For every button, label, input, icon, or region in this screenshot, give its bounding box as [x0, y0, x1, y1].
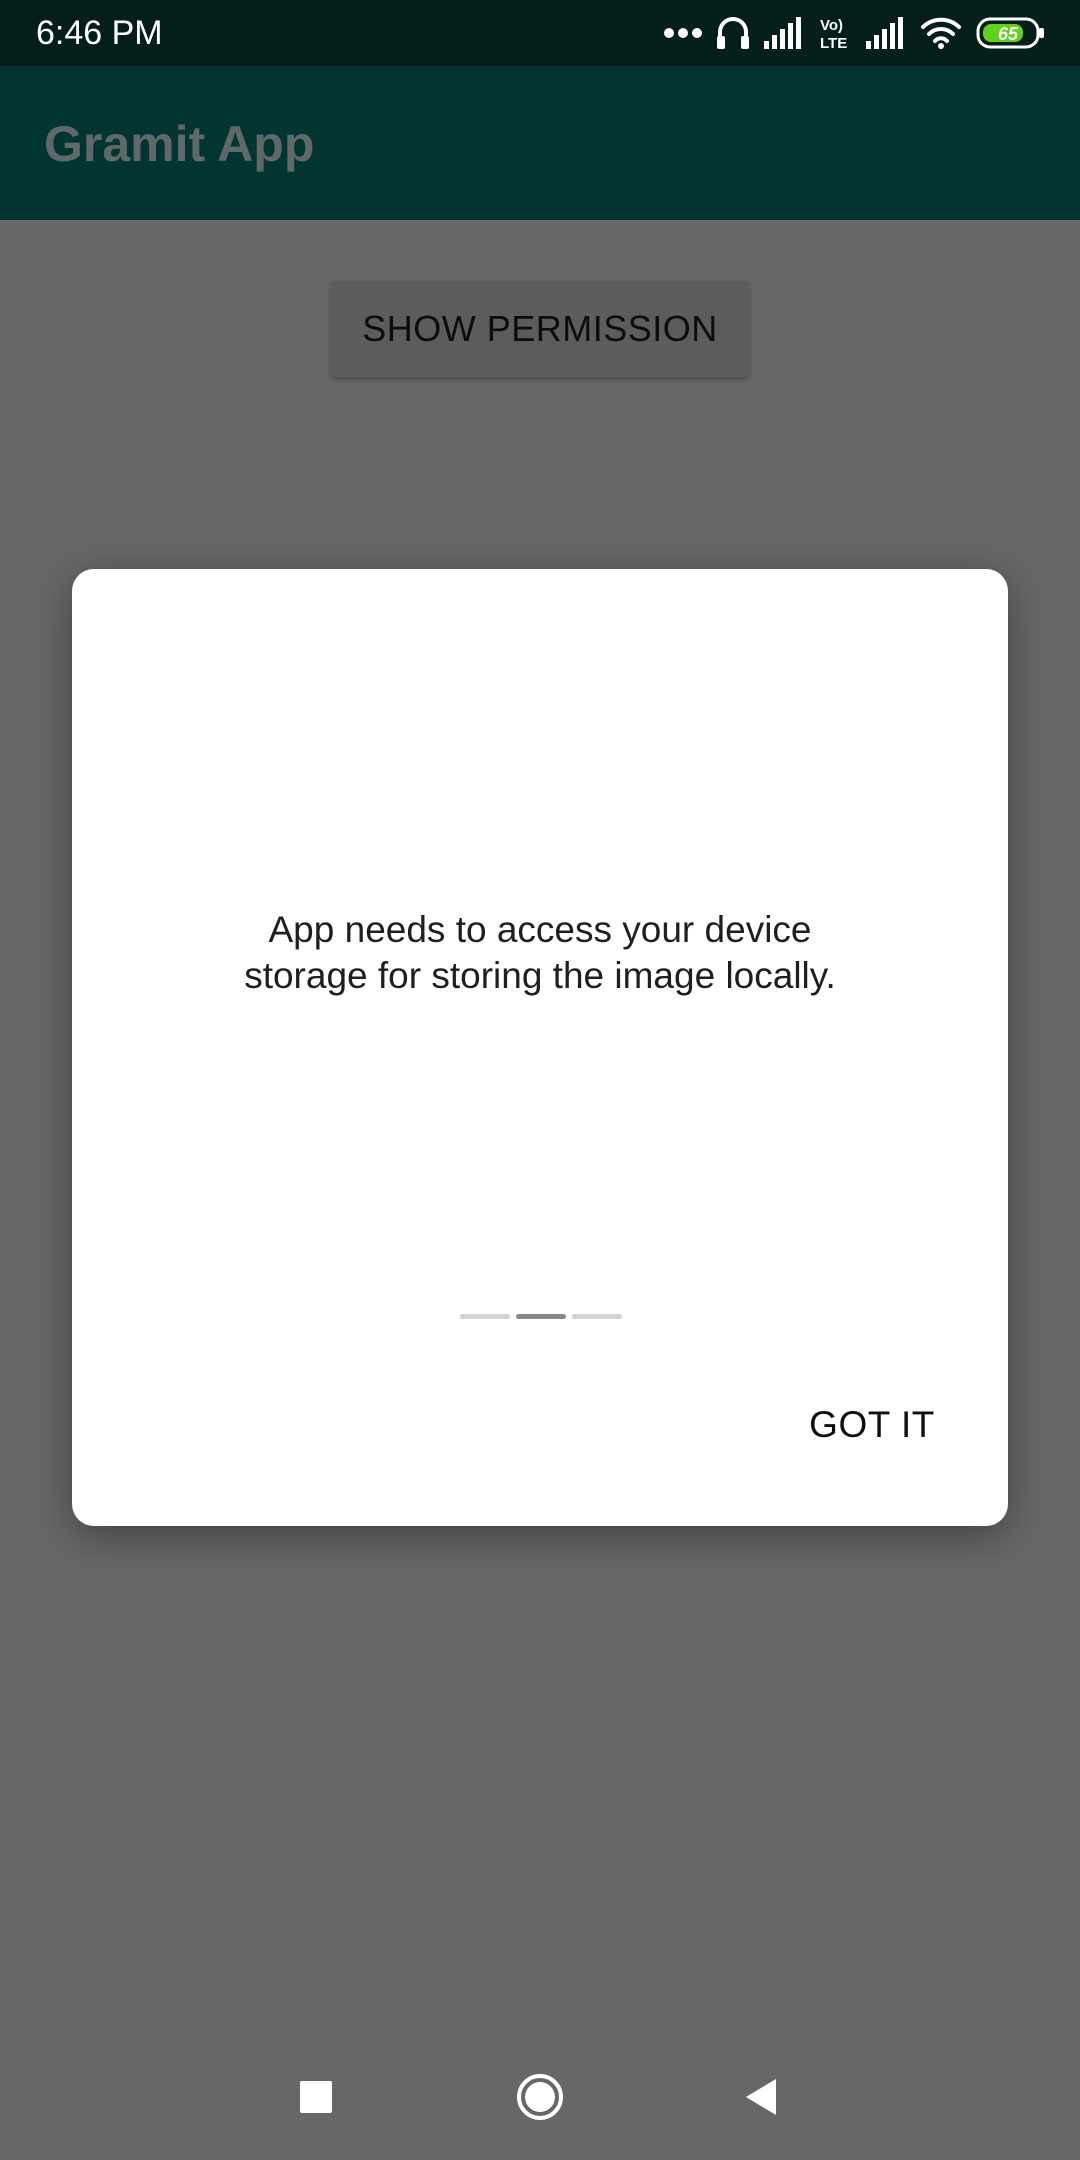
back-icon[interactable]	[735, 2070, 789, 2124]
app-title: Gramit App	[44, 116, 315, 172]
status-bar: 6:46 PM Vo) LTE 65	[0, 0, 1080, 66]
show-permission-button[interactable]: SHOW PERMISSION	[331, 281, 749, 377]
battery-level: 65	[998, 24, 1019, 44]
battery-icon: 65	[976, 17, 1044, 49]
status-icons: Vo) LTE 65	[664, 10, 1046, 56]
page-indicator	[460, 1314, 622, 1319]
navigation-bar	[0, 2030, 1080, 2160]
app-bar: Gramit App	[0, 66, 1080, 220]
page-indicator-dot	[572, 1314, 622, 1319]
got-it-button[interactable]: GOT IT	[772, 1389, 972, 1461]
svg-text:Vo): Vo)	[820, 17, 843, 34]
status-time: 6:46 PM	[36, 14, 163, 52]
dialog-message: App needs to access your device storage …	[244, 909, 836, 996]
svg-text:LTE: LTE	[820, 35, 847, 51]
recents-icon[interactable]	[289, 2070, 343, 2124]
more-dots-icon	[664, 28, 702, 38]
page-indicator-dot-active	[516, 1314, 566, 1319]
home-icon[interactable]	[513, 2070, 567, 2124]
volte-icon: Vo) LTE	[820, 17, 847, 51]
wifi-icon	[921, 17, 961, 49]
headset-icon	[717, 17, 749, 49]
permission-dialog: App needs to access your device storage …	[72, 569, 1008, 1526]
signal-icon	[764, 17, 801, 49]
signal-icon	[866, 17, 903, 49]
page-indicator-dot	[460, 1314, 510, 1319]
